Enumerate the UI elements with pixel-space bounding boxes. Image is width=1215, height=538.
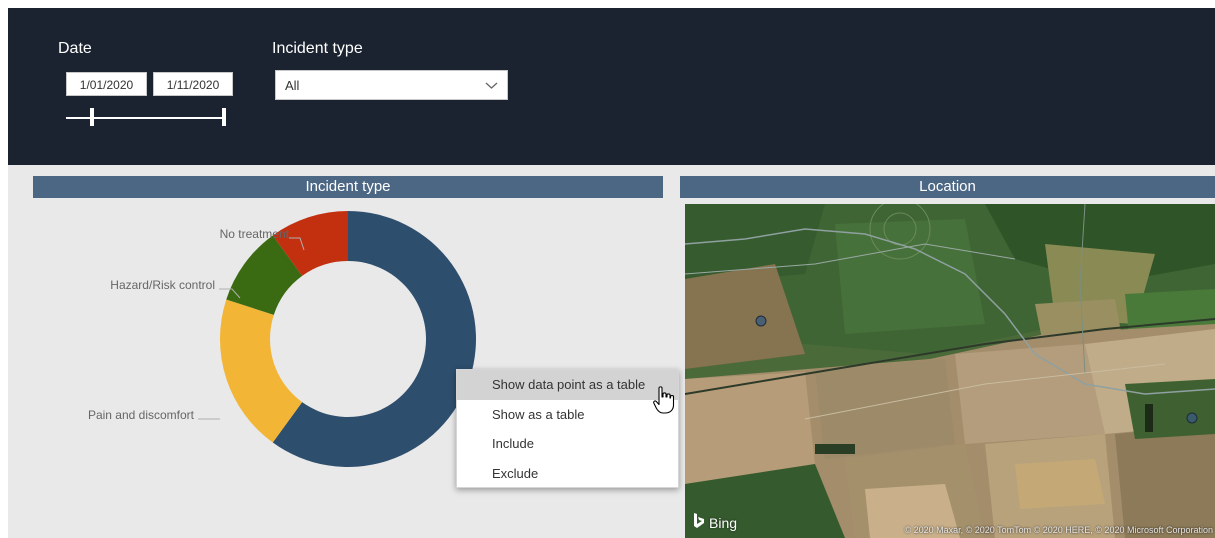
- bing-wordmark: Bing: [709, 514, 738, 531]
- filter-header: Date 1/01/2020 1/11/2020 Incident type A…: [8, 8, 1215, 165]
- location-panel-title: Location: [680, 176, 1215, 198]
- chevron-down-icon: [485, 71, 498, 101]
- context-menu: Show data point as a table Show as a tab…: [456, 369, 679, 488]
- satellite-imagery: [685, 204, 1215, 538]
- menu-item-exclude[interactable]: Exclude: [457, 459, 678, 489]
- slice-label-hazard-risk-control: Hazard/Risk control: [110, 278, 215, 292]
- incident-type-filter-label: Incident type: [272, 40, 363, 57]
- incident-type-selected-value: All: [285, 78, 300, 93]
- slider-start-handle[interactable]: [90, 108, 94, 126]
- menu-item-include[interactable]: Include: [457, 429, 678, 459]
- start-date-field[interactable]: 1/01/2020: [66, 72, 147, 96]
- slider-end-handle[interactable]: [222, 108, 226, 126]
- menu-item-show-as-table[interactable]: Show as a table: [457, 400, 678, 430]
- report-canvas: Date 1/01/2020 1/11/2020 Incident type A…: [8, 8, 1215, 538]
- incident-type-panel-title: Incident type: [33, 176, 663, 198]
- hand-pointer-icon: [653, 386, 675, 419]
- menu-item-show-data-point-as-table[interactable]: Show data point as a table: [457, 370, 678, 400]
- end-date-field[interactable]: 1/11/2020: [153, 72, 233, 96]
- location-map[interactable]: Bing © 2020 Maxar, © 2020 TomTom © 2020 …: [685, 204, 1215, 538]
- incident-type-dropdown[interactable]: All: [275, 70, 508, 100]
- bing-logo: Bing: [693, 513, 737, 532]
- slice-label-no-treatment: No treatment: [219, 227, 289, 241]
- date-filter-label: Date: [58, 40, 92, 57]
- slice-label-pain-and-discomfort: Pain and discomfort: [87, 408, 194, 422]
- bing-logo-icon: [693, 513, 705, 532]
- map-attribution: © 2020 Maxar, © 2020 TomTom © 2020 HERE,…: [904, 525, 1213, 535]
